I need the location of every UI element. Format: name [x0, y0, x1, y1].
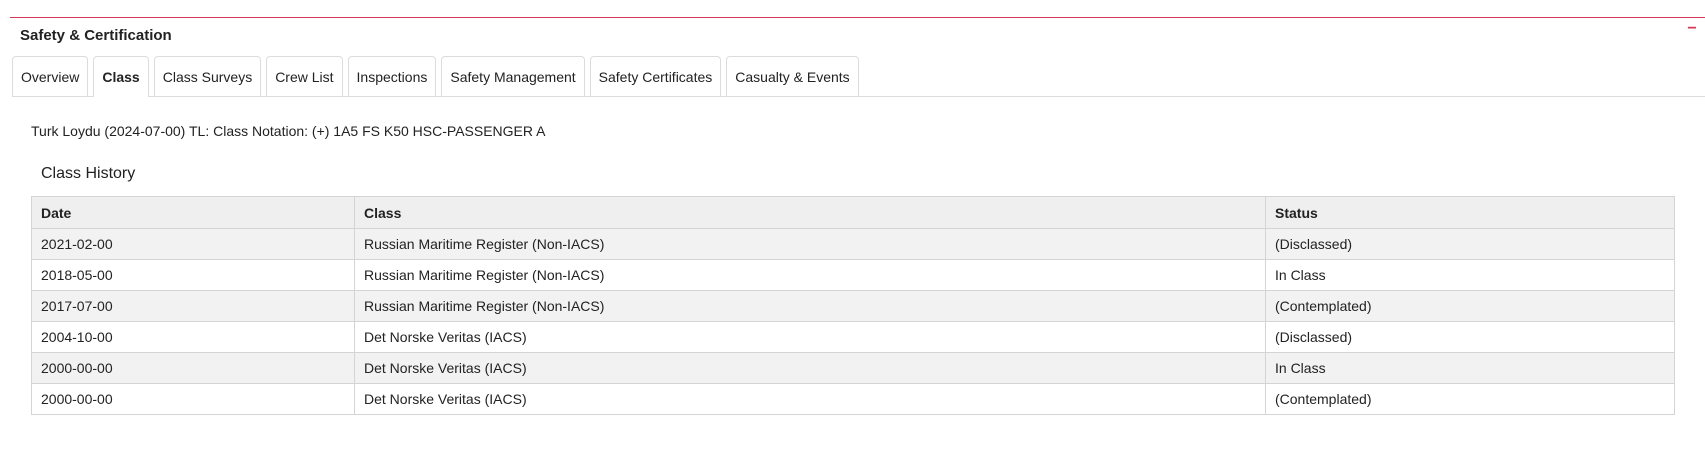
- collapse-button[interactable]: −: [1685, 20, 1699, 38]
- tab-class[interactable]: Class: [93, 56, 149, 97]
- column-header-class: Class: [354, 196, 1266, 229]
- cell-date: 2018-05-00: [31, 259, 355, 291]
- cell-status: (Contemplated): [1265, 383, 1675, 415]
- cell-date: 2000-00-00: [31, 352, 355, 384]
- cell-class: Det Norske Veritas (IACS): [354, 321, 1266, 353]
- table-row: 2000-00-00 Det Norske Veritas (IACS) In …: [31, 352, 1675, 384]
- column-header-status: Status: [1265, 196, 1675, 229]
- table-row: 2000-00-00 Det Norske Veritas (IACS) (Co…: [31, 383, 1675, 415]
- table-row: 2004-10-00 Det Norske Veritas (IACS) (Di…: [31, 321, 1675, 353]
- class-history-table: Date Class Status 2021-02-00 Russian Mar…: [31, 196, 1675, 415]
- tab-safety-certificates[interactable]: Safety Certificates: [589, 56, 722, 96]
- tab-safety-management[interactable]: Safety Management: [441, 56, 585, 96]
- class-history-title: Class History: [41, 165, 136, 182]
- cell-date: 2000-00-00: [31, 383, 355, 415]
- tab-class-surveys[interactable]: Class Surveys: [153, 56, 262, 96]
- cell-status: In Class: [1265, 352, 1675, 384]
- cell-status: (Disclassed): [1265, 321, 1675, 353]
- tab-overview[interactable]: Overview: [12, 56, 89, 96]
- class-notation: Turk Loydu (2024-07-00) TL: Class Notati…: [31, 123, 546, 139]
- column-header-date: Date: [31, 196, 355, 229]
- cell-class: Det Norske Veritas (IACS): [354, 383, 1266, 415]
- cell-class: Russian Maritime Register (Non-IACS): [354, 259, 1266, 291]
- tab-bar: Overview Class Class Surveys Crew List I…: [12, 56, 1705, 97]
- tab-inspections[interactable]: Inspections: [347, 56, 437, 96]
- table-header-row: Date Class Status: [31, 196, 1675, 229]
- table-row: 2018-05-00 Russian Maritime Register (No…: [31, 259, 1675, 291]
- cell-status: (Contemplated): [1265, 290, 1675, 322]
- table-row: 2017-07-00 Russian Maritime Register (No…: [31, 290, 1675, 322]
- cell-class: Det Norske Veritas (IACS): [354, 352, 1266, 384]
- cell-status: In Class: [1265, 259, 1675, 291]
- cell-status: (Disclassed): [1265, 228, 1675, 260]
- tab-divider: [12, 96, 1705, 97]
- cell-date: 2004-10-00: [31, 321, 355, 353]
- table-row: 2021-02-00 Russian Maritime Register (No…: [31, 228, 1675, 260]
- cell-class: Russian Maritime Register (Non-IACS): [354, 228, 1266, 260]
- tab-crew-list[interactable]: Crew List: [266, 56, 343, 96]
- cell-date: 2021-02-00: [31, 228, 355, 260]
- cell-date: 2017-07-00: [31, 290, 355, 322]
- tab-casualty-events[interactable]: Casualty & Events: [726, 56, 859, 96]
- cell-class: Russian Maritime Register (Non-IACS): [354, 290, 1266, 322]
- panel-title: Safety & Certification: [20, 27, 172, 44]
